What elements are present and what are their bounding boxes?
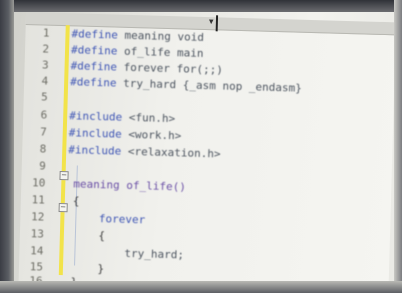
line-number: 9 <box>39 159 46 173</box>
line-number: 1 <box>42 26 50 40</box>
monitor-bezel-bottom <box>0 281 402 293</box>
directive: #include <box>69 109 123 124</box>
directive: #include <box>68 126 122 141</box>
line-number: 14 <box>30 244 44 258</box>
code-text: { <box>71 228 106 243</box>
code-text: meaning void <box>117 28 205 44</box>
line-number: 10 <box>31 176 46 190</box>
monitor-bezel-top <box>0 0 402 12</box>
monitor-bezel-right <box>394 0 402 293</box>
code-editor: ▾ − − 1 #define meaning void 2 #define of_… <box>18 12 396 293</box>
code-text: { <box>72 194 80 208</box>
code-text: <relaxation.h> <box>121 144 221 161</box>
line-number: 3 <box>41 58 49 72</box>
line-number: 2 <box>42 42 50 56</box>
code-text: try_hard {_asm nop _endasm} <box>116 76 303 95</box>
line-number: 6 <box>40 108 48 122</box>
code-text: } <box>70 261 105 276</box>
monitor-bezel-left <box>0 0 14 293</box>
line-number: 12 <box>30 210 45 224</box>
line-number: 8 <box>39 142 47 156</box>
line-number: 7 <box>39 125 47 139</box>
line-number: 4 <box>41 74 49 88</box>
line-number: 13 <box>30 227 45 241</box>
code-text: try_hard; <box>71 245 185 262</box>
directive: #define <box>69 75 117 90</box>
line-number: 15 <box>29 260 44 274</box>
directive: #define <box>71 27 119 42</box>
line-number: 11 <box>31 193 46 207</box>
directive: #define <box>70 43 118 58</box>
fold-toggle-icon[interactable]: − <box>59 171 69 181</box>
code-text: forever for(;;) <box>116 60 224 77</box>
directive: #include <box>68 143 122 158</box>
code-text: meaning of_life() <box>73 177 187 194</box>
fold-toggle-icon[interactable]: − <box>58 202 68 213</box>
code-text: forever <box>72 211 146 227</box>
directive: #define <box>70 59 118 74</box>
photo-of-monitor: ▾ − − 1 #define meaning void 2 #define of_… <box>0 0 402 293</box>
line-number: 5 <box>40 90 48 104</box>
code-text: <fun.h> <box>122 110 176 126</box>
dropdown-arrow-icon[interactable]: ▾ <box>209 17 214 27</box>
code-text: <work.h> <box>121 127 182 143</box>
code-text: of_life main <box>117 44 204 60</box>
